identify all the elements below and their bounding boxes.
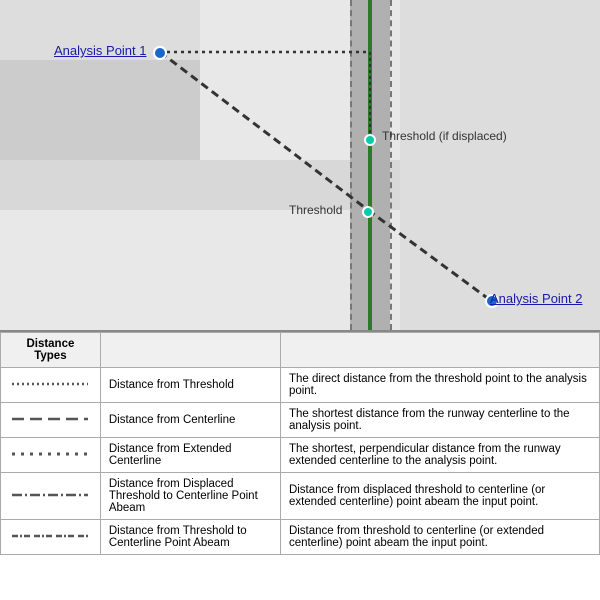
table-row: Distance from Displaced Threshold to Cen…	[1, 473, 600, 520]
ap1-dot	[153, 46, 167, 60]
table-row: Distance from Threshold to Centerline Po…	[1, 520, 600, 555]
row5-desc: Distance from threshold to centerline (o…	[280, 520, 599, 555]
row1-name: Distance from Threshold	[100, 368, 280, 403]
table-section: Distance Types Distance from Threshold T…	[0, 330, 600, 555]
table-row: Distance from Threshold The direct dista…	[1, 368, 600, 403]
long-dashed-icon	[10, 411, 90, 427]
dash-dot-dash-icon	[10, 528, 90, 544]
row2-name: Distance from Centerline	[100, 403, 280, 438]
row4-desc: Distance from displaced threshold to cen…	[280, 473, 599, 520]
map-section: Analysis Point 1 Analysis Point 2 Thresh…	[0, 0, 600, 330]
dash-dot-icon	[10, 487, 90, 503]
row3-desc: The shortest, perpendicular distance fro…	[280, 438, 599, 473]
icon-cell-2	[1, 403, 101, 438]
icon-cell-5	[1, 520, 101, 555]
threshold-to-ap2-line	[368, 210, 490, 300]
distance-types-table: Distance Types Distance from Threshold T…	[0, 332, 600, 555]
row3-name: Distance from Extended Centerline	[100, 438, 280, 473]
table-row: Distance from Extended Centerline The sh…	[1, 438, 600, 473]
col-desc-header	[280, 333, 599, 368]
threshold-displaced-dot	[364, 134, 376, 146]
threshold-dot	[362, 206, 374, 218]
small-dots-icon	[10, 446, 90, 462]
dotted-line-icon	[10, 376, 90, 392]
table-row: Distance from Centerline The shortest di…	[1, 403, 600, 438]
icon-cell-4	[1, 473, 101, 520]
icon-cell-1	[1, 368, 101, 403]
threshold-label: Threshold	[289, 203, 342, 217]
row4-name: Distance from Displaced Threshold to Cen…	[100, 473, 280, 520]
row1-desc: The direct distance from the threshold p…	[280, 368, 599, 403]
threshold-displaced-label: Threshold (if displaced)	[382, 129, 507, 143]
ap1-label: Analysis Point 1	[54, 43, 147, 58]
table-header: Distance Types	[1, 333, 101, 368]
row5-name: Distance from Threshold to Centerline Po…	[100, 520, 280, 555]
icon-cell-3	[1, 438, 101, 473]
ap1-to-threshold-line	[160, 52, 368, 210]
ap2-label: Analysis Point 2	[490, 291, 583, 306]
col-name-header	[100, 333, 280, 368]
row2-desc: The shortest distance from the runway ce…	[280, 403, 599, 438]
